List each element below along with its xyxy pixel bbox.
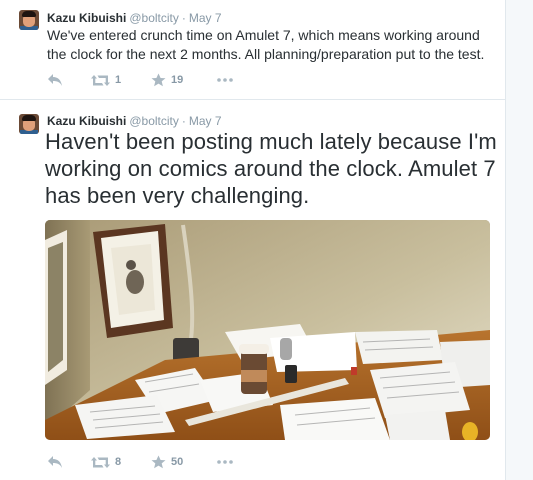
tweet-header: Kazu Kibuishi @boltcity · May 7: [47, 10, 222, 26]
avatar[interactable]: [19, 114, 39, 134]
tweet-timestamp[interactable]: May 7: [189, 11, 222, 25]
author-handle[interactable]: @boltcity: [129, 11, 179, 25]
retweet-icon: [91, 74, 110, 86]
tweet-text: Haven't been posting much lately because…: [45, 129, 497, 208]
timeline: Kazu Kibuishi @boltcity · May 7 We've enter…: [0, 0, 506, 480]
tweet-actions: 1 19: [47, 71, 267, 89]
author-name[interactable]: Kazu Kibuishi: [47, 114, 126, 128]
tweet-actions: 8 50: [47, 453, 267, 471]
separator: ·: [181, 114, 186, 128]
star-icon: [151, 73, 166, 87]
retweet-button[interactable]: 8: [91, 453, 121, 471]
avatar[interactable]: [19, 10, 39, 30]
reply-icon: [48, 456, 62, 468]
retweet-count: 1: [115, 74, 122, 86]
tweet-header: Kazu Kibuishi @boltcity · May 7: [47, 113, 222, 129]
retweet-count: 8: [115, 456, 122, 468]
tweet-timestamp[interactable]: May 7: [189, 114, 222, 128]
reply-icon: [48, 74, 62, 86]
desk-photo-image: [45, 220, 490, 440]
more-button[interactable]: [217, 453, 233, 471]
favorite-button[interactable]: 50: [151, 453, 183, 471]
retweet-icon: [91, 456, 110, 468]
more-button[interactable]: [217, 71, 233, 89]
favorite-count: 50: [171, 456, 184, 468]
tweet-text: We've entered crunch time on Amulet 7, w…: [47, 27, 485, 62]
more-dots-icon: [217, 460, 233, 464]
reply-button[interactable]: [47, 71, 63, 89]
author-name[interactable]: Kazu Kibuishi: [47, 11, 126, 25]
tweet-photo[interactable]: [45, 220, 490, 440]
separator: ·: [181, 11, 186, 25]
more-dots-icon: [217, 78, 233, 82]
retweet-button[interactable]: 1: [91, 71, 121, 89]
favorite-count: 19: [171, 74, 184, 86]
reply-button[interactable]: [47, 453, 63, 471]
tweet[interactable]: Kazu Kibuishi @boltcity · May 7 Haven't bee…: [0, 100, 505, 480]
author-handle[interactable]: @boltcity: [129, 114, 179, 128]
tweet[interactable]: Kazu Kibuishi @boltcity · May 7 We've enter…: [0, 0, 505, 100]
favorite-button[interactable]: 19: [151, 71, 183, 89]
star-icon: [151, 455, 166, 469]
